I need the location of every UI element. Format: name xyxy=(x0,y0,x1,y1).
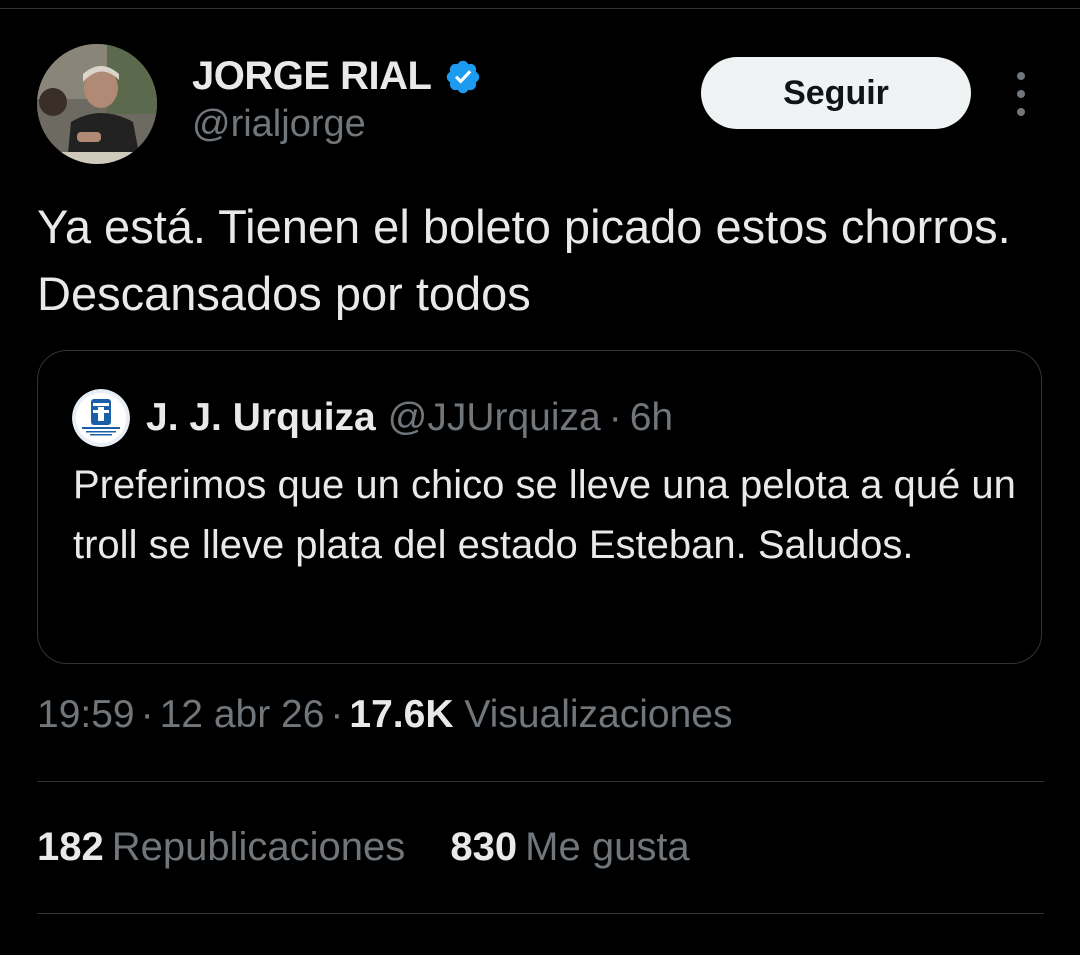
more-dot xyxy=(1017,90,1025,98)
more-dot xyxy=(1017,72,1025,80)
views-label: Visualizaciones xyxy=(464,693,733,736)
author-display-name[interactable]: JORGE RIAL xyxy=(192,54,432,99)
verified-badge-icon xyxy=(446,60,480,93)
meta-separator: · xyxy=(330,693,344,736)
tweet-header: JORGE RIAL @rialjorge Seguir xyxy=(37,44,1047,166)
likes-stat[interactable]: 830 Me gusta xyxy=(450,825,689,870)
author-handle[interactable]: @rialjorge xyxy=(192,103,482,146)
reposts-label: Republicaciones xyxy=(111,825,406,869)
tweet-time[interactable]: 19:59 xyxy=(37,693,135,736)
top-divider xyxy=(0,8,1080,9)
quoted-separator: · xyxy=(608,396,622,439)
author-info: JORGE RIAL @rialjorge xyxy=(192,54,482,146)
follow-button[interactable]: Seguir xyxy=(701,57,971,129)
quoted-timestamp[interactable]: 6h xyxy=(630,396,673,440)
club-logo-icon xyxy=(72,389,130,447)
likes-count: 830 xyxy=(450,825,518,869)
reposts-stat[interactable]: 182 Republicaciones xyxy=(37,825,405,870)
divider xyxy=(37,913,1044,914)
quoted-tweet-card[interactable]: J. J. Urquiza @JJUrquiza · 6h Preferimos… xyxy=(37,350,1042,664)
profile-photo-icon xyxy=(37,44,157,164)
meta-separator: · xyxy=(140,693,154,736)
tweet-text: Ya está. Tienen el boleto picado estos c… xyxy=(37,200,1011,320)
quoted-author-name[interactable]: J. J. Urquiza xyxy=(146,396,376,440)
more-dot xyxy=(1017,108,1025,116)
quoted-tweet-text: Preferimos que un chico se lleve una pel… xyxy=(73,463,1016,567)
quoted-author-handle[interactable]: @JJUrquiza xyxy=(388,396,601,440)
views-count: 17.6K xyxy=(349,693,454,736)
divider xyxy=(37,781,1044,782)
reposts-count: 182 xyxy=(37,825,104,869)
author-avatar[interactable] xyxy=(37,44,157,164)
quoted-author-avatar[interactable] xyxy=(72,389,130,447)
tweet-date[interactable]: 12 abr 26 xyxy=(160,693,325,736)
likes-label: Me gusta xyxy=(525,825,690,869)
more-options-icon[interactable] xyxy=(1007,72,1035,116)
engagement-stats: 182 Republicaciones 830 Me gusta xyxy=(37,825,724,870)
quoted-tweet-header: J. J. Urquiza @JJUrquiza · 6h xyxy=(72,389,673,447)
tweet-meta: 19:59 · 12 abr 26 · 17.6K Visualizaciones xyxy=(37,693,732,737)
